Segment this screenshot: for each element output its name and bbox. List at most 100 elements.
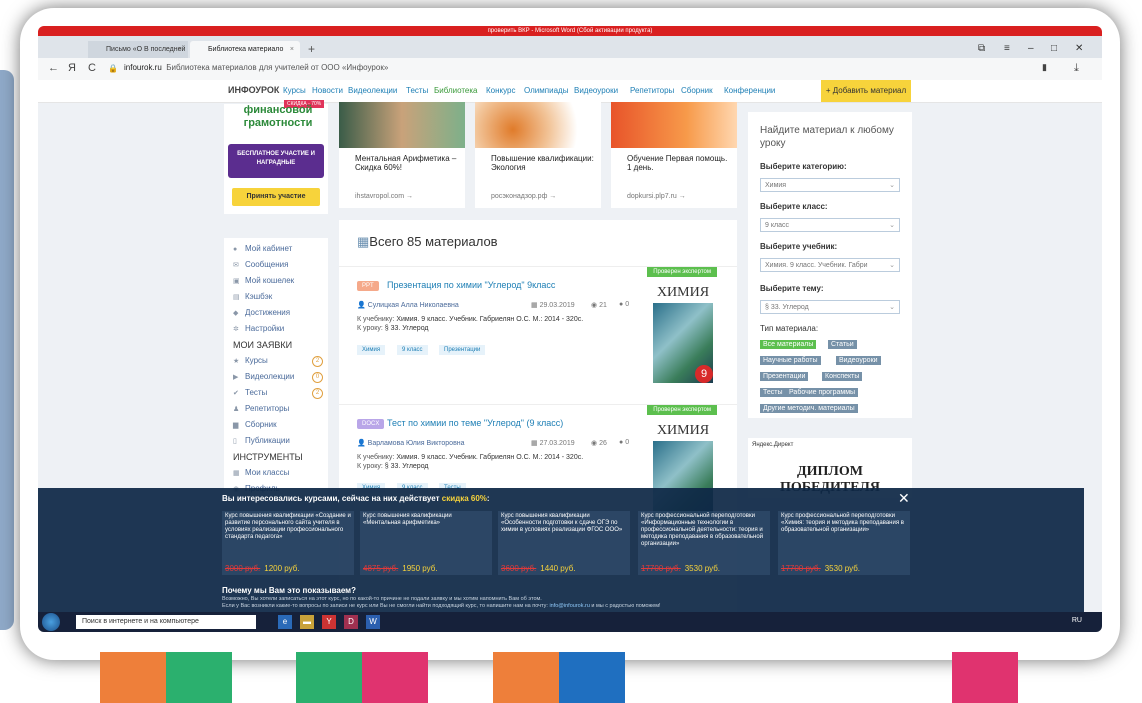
nav-link-courses[interactable]: Курсы	[283, 86, 306, 95]
type-chip[interactable]: Все материалы	[760, 340, 817, 349]
material-title[interactable]: Презентация по химии "Углерод" 9класс	[387, 280, 555, 290]
textbook-value: Химия. 9 класс. Учебник. Габриелян О.С. …	[396, 316, 584, 323]
nav-link-collection[interactable]: Сборник	[681, 86, 713, 95]
system-tray[interactable]: RU	[1072, 617, 1082, 624]
menu-item-cabinet[interactable]: ● Мой кабинет	[233, 244, 292, 253]
material-title[interactable]: Тест по химии по теме "Углерод" (9 класс…	[387, 418, 563, 428]
menu-item-order-publications[interactable]: ▯ Публикации	[233, 436, 290, 445]
site-logo[interactable]: ИНФОУРОК	[228, 85, 279, 95]
close-icon[interactable]: ✕	[898, 490, 910, 507]
support-email-link[interactable]: info@infourok.ru	[549, 603, 589, 609]
menu-item-order-collection[interactable]: ▆ Сборник	[233, 420, 277, 429]
menu-icon[interactable]: ≡	[1004, 43, 1010, 54]
close-icon[interactable]: ×	[178, 41, 182, 58]
type-chip[interactable]: Видеоуроки	[836, 356, 881, 365]
back-icon[interactable]: ←	[48, 62, 59, 74]
tab-mail[interactable]: Письмо «О В последней ×	[88, 41, 188, 58]
type-chip[interactable]: Другие методич. материалы	[760, 404, 858, 413]
yandex-browser-icon[interactable]: Y	[322, 615, 336, 629]
type-chip[interactable]: Тесты	[760, 388, 786, 397]
type-chip[interactable]: Рабочие программы	[786, 388, 859, 397]
nav-link-conferences[interactable]: Конференции	[724, 86, 775, 95]
nav-link-contest[interactable]: Конкурс	[486, 86, 515, 95]
course-text: Курс повышения квалификации «Создание и …	[225, 513, 351, 540]
menu-item-order-tests[interactable]: ✔ Тесты 2	[233, 388, 325, 399]
bookmarks-icon[interactable]: ⧉	[978, 43, 985, 54]
old-price: 3000 руб.	[225, 564, 261, 573]
taskbar-search-input[interactable]: Поиск в интернете и на компьютере	[76, 615, 256, 629]
type-chip[interactable]: Научные работы	[760, 356, 821, 365]
promo-banner[interactable]: СКИДКА - 70% финансовой грамотности БЕСП…	[224, 100, 328, 214]
windows-start-icon[interactable]	[42, 613, 60, 631]
course-card[interactable]: Курс профессиональной переподготовки «Ин…	[638, 511, 770, 575]
language-indicator[interactable]: RU	[1072, 617, 1082, 624]
nav-link-videolessons[interactable]: Видеоуроки	[574, 86, 618, 95]
menu-item-order-videolectures[interactable]: ▶ Видеолекции 0	[233, 372, 325, 383]
ad-card[interactable]: Обучение Первая помощь. 1 день. dopkursi…	[611, 102, 737, 208]
nav-link-tests[interactable]: Тесты	[406, 86, 428, 95]
type-chip[interactable]: Конспекты	[822, 372, 863, 381]
d-app-icon[interactable]: D	[344, 615, 358, 629]
select-value: Химия	[765, 182, 787, 189]
menu-item-my-classes[interactable]: ▦ Мои классы	[233, 468, 289, 477]
ad-card[interactable]: Ментальная Арифметика – Скидка 60%! ihst…	[339, 102, 465, 208]
course-card[interactable]: Курс профессиональной переподготовки «Хи…	[778, 511, 910, 575]
course-card[interactable]: Курс повышения квалификации «Создание и …	[222, 511, 354, 575]
add-material-button[interactable]: + Добавить материал	[821, 80, 911, 102]
word-icon[interactable]: W	[366, 615, 380, 629]
nav-link-tutors[interactable]: Репетиторы	[630, 86, 674, 95]
menu-item-order-courses[interactable]: ★ Курсы 2	[233, 356, 325, 367]
course-card[interactable]: Курс повышения квалификации «Ментальная …	[360, 511, 492, 575]
topic-select[interactable]: § 33. Углерод ⌄	[760, 300, 900, 314]
course-card[interactable]: Курс повышения квалификации «Особенности…	[498, 511, 630, 575]
class-select[interactable]: 9 класс ⌄	[760, 218, 900, 232]
comments: ● 0	[619, 301, 629, 308]
minimize-icon[interactable]: –	[1028, 43, 1034, 54]
left-menu: ● Мой кабинет ✉ Сообщения ▣ Мой кошелек ▤ Кэ…	[224, 238, 328, 498]
new-tab-button[interactable]: +	[308, 42, 315, 56]
course-price: 3000 руб. 1200 руб.	[225, 564, 300, 573]
type-chip[interactable]: Презентации	[760, 372, 809, 381]
textbook-select[interactable]: Химия. 9 класс. Учебник. Габри ⌄	[760, 258, 900, 272]
popup-title: Вы интересовались курсами, сейчас на них…	[222, 494, 490, 503]
reload-icon[interactable]: C	[88, 62, 96, 74]
explorer-icon[interactable]: ▬	[300, 615, 314, 629]
select-value: Химия. 9 класс. Учебник. Габри	[765, 262, 868, 269]
check-icon: ✔	[233, 390, 239, 397]
ie-icon[interactable]: e	[278, 615, 292, 629]
ad-title: Ментальная Арифметика – Скидка 60%!	[355, 154, 457, 172]
window-close-icon[interactable]: ✕	[1075, 43, 1083, 54]
menu-item-achievements[interactable]: ◆ Достижения	[233, 308, 290, 317]
join-button[interactable]: Принять участие	[232, 188, 320, 206]
yandex-icon[interactable]: Я	[68, 62, 76, 74]
url-field[interactable]: infourok.ru Библиотека материалов для уч…	[124, 63, 388, 72]
textbook-cover[interactable]: ХИМИЯ 9	[651, 285, 715, 387]
tag[interactable]: 9 класс	[397, 345, 428, 355]
bookmark-icon[interactable]: ▮	[1042, 62, 1047, 73]
download-icon[interactable]: ⤓	[1074, 62, 1079, 75]
menu-item-cashback[interactable]: ▤ Кэшбэк	[233, 292, 272, 301]
nav-link-library[interactable]: Библиотека	[434, 86, 478, 95]
type-chip[interactable]: Статьи	[828, 340, 857, 349]
ad-title: Повышение квалификации: Экология	[491, 154, 594, 172]
menu-item-settings[interactable]: ✲ Настройки	[233, 324, 284, 333]
category-select[interactable]: Химия ⌄	[760, 178, 900, 192]
nav-link-videolectures[interactable]: Видеолекции	[348, 86, 397, 95]
ad-card[interactable]: Повышение квалификации: Экология росэкон…	[475, 102, 601, 208]
maximize-icon[interactable]: □	[1051, 43, 1057, 54]
comments: ● 0	[619, 439, 629, 446]
close-icon[interactable]: ×	[290, 41, 294, 58]
tab-library[interactable]: Библиотека материало ×	[190, 41, 300, 58]
menu-item-wallet[interactable]: ▣ Мой кошелек	[233, 276, 294, 285]
nav-link-olympiads[interactable]: Олимпиады	[524, 86, 568, 95]
menu-item-order-tutors[interactable]: ♟ Репетиторы	[233, 404, 289, 413]
tag[interactable]: Презентации	[439, 345, 486, 355]
nav-link-news[interactable]: Новости	[312, 86, 343, 95]
author[interactable]: 👤 Варламова Юлия Викторовна	[357, 439, 465, 447]
eye-icon: ◉	[591, 440, 598, 447]
author[interactable]: 👤 Сулицкая Алла Николаевна	[357, 301, 459, 309]
date-value: 29.03.2019	[539, 302, 575, 309]
tag[interactable]: Химия	[357, 345, 386, 355]
user-icon: ●	[233, 246, 238, 253]
menu-item-messages[interactable]: ✉ Сообщения	[233, 260, 288, 269]
